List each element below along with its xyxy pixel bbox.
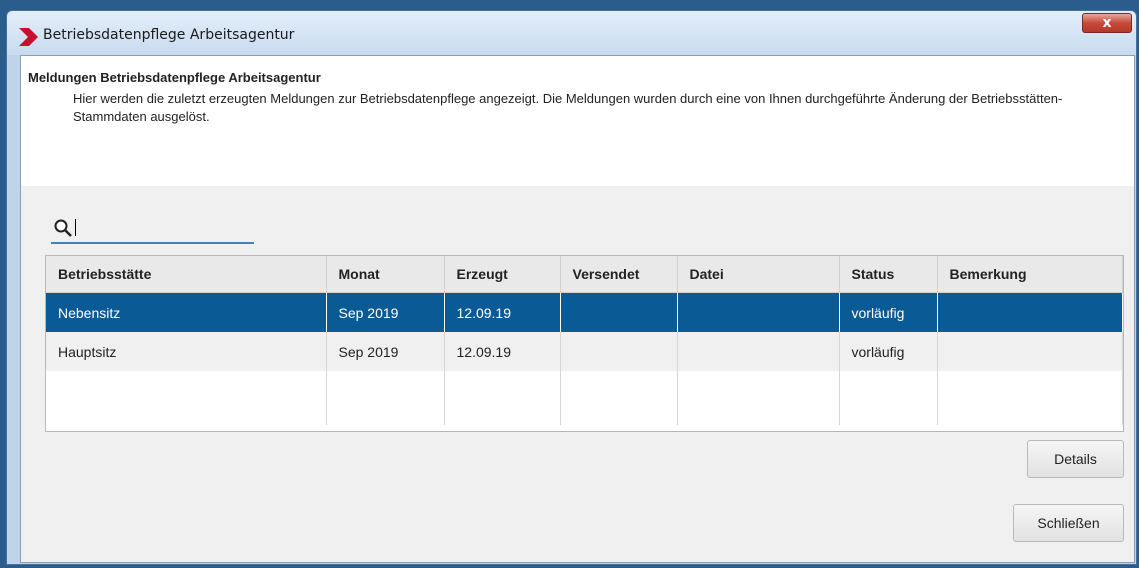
column-header-erzeugt[interactable]: Erzeugt (444, 256, 561, 293)
empty-cell (560, 371, 678, 425)
table-row[interactable]: Nebensitz Sep 2019 12.09.19 vorläufig (46, 292, 1123, 332)
details-button[interactable]: Details (1027, 440, 1124, 478)
cell-bemerkung (937, 292, 1123, 332)
cell-bemerkung (937, 332, 1123, 371)
cell-betriebsstaette: Nebensitz (46, 292, 327, 332)
app-logo-icon (19, 28, 38, 46)
cell-datei (677, 332, 840, 371)
cell-erzeugt: 12.09.19 (444, 332, 561, 371)
dialog-content: Meldungen Betriebsdatenpflege Arbeitsage… (20, 55, 1135, 563)
header-title: Meldungen Betriebsdatenpflege Arbeitsage… (28, 70, 321, 85)
empty-cell (839, 371, 938, 425)
table-header-row: Betriebsstätte Monat Erzeugt Versendet D… (46, 256, 1123, 293)
column-header-betriebsstaette[interactable]: Betriebsstätte (46, 256, 327, 293)
empty-cell (326, 371, 445, 425)
header-description: Hier werden die zuletzt erzeugten Meldun… (73, 91, 1063, 124)
title-bar[interactable]: Betriebsdatenpflege Arbeitsagentur (7, 11, 1136, 55)
text-cursor (75, 219, 76, 236)
column-header-versendet[interactable]: Versendet (560, 256, 678, 293)
column-header-monat[interactable]: Monat (326, 256, 445, 293)
cell-versendet (560, 292, 678, 332)
cell-status: vorläufig (839, 292, 938, 332)
table-row[interactable]: Hauptsitz Sep 2019 12.09.19 vorläufig (46, 332, 1123, 371)
empty-cell (444, 371, 561, 425)
window-close-button[interactable]: x (1082, 13, 1132, 33)
cell-monat: Sep 2019 (326, 292, 445, 332)
cell-status: vorläufig (839, 332, 938, 371)
dialog-window: Betriebsdatenpflege Arbeitsagentur x Mel… (6, 10, 1137, 565)
cell-erzeugt: 12.09.19 (444, 292, 561, 332)
cell-versendet (560, 332, 678, 371)
window-title: Betriebsdatenpflege Arbeitsagentur (43, 27, 295, 43)
empty-row (46, 371, 1123, 425)
column-header-status[interactable]: Status (839, 256, 938, 293)
column-header-bemerkung[interactable]: Bemerkung (937, 256, 1123, 293)
column-header-datei[interactable]: Datei (677, 256, 840, 293)
search-input[interactable] (79, 218, 249, 238)
empty-cell (46, 371, 327, 425)
cell-monat: Sep 2019 (326, 332, 445, 371)
cell-datei (677, 292, 840, 332)
empty-cell (937, 371, 1123, 425)
search-field[interactable] (51, 214, 254, 244)
messages-table: Betriebsstätte Monat Erzeugt Versendet D… (45, 255, 1124, 432)
search-icon (54, 219, 72, 237)
header-panel: Meldungen Betriebsdatenpflege Arbeitsage… (21, 56, 1134, 186)
cell-betriebsstaette: Hauptsitz (46, 332, 327, 371)
empty-cell (677, 371, 840, 425)
close-button[interactable]: Schließen (1013, 504, 1124, 542)
